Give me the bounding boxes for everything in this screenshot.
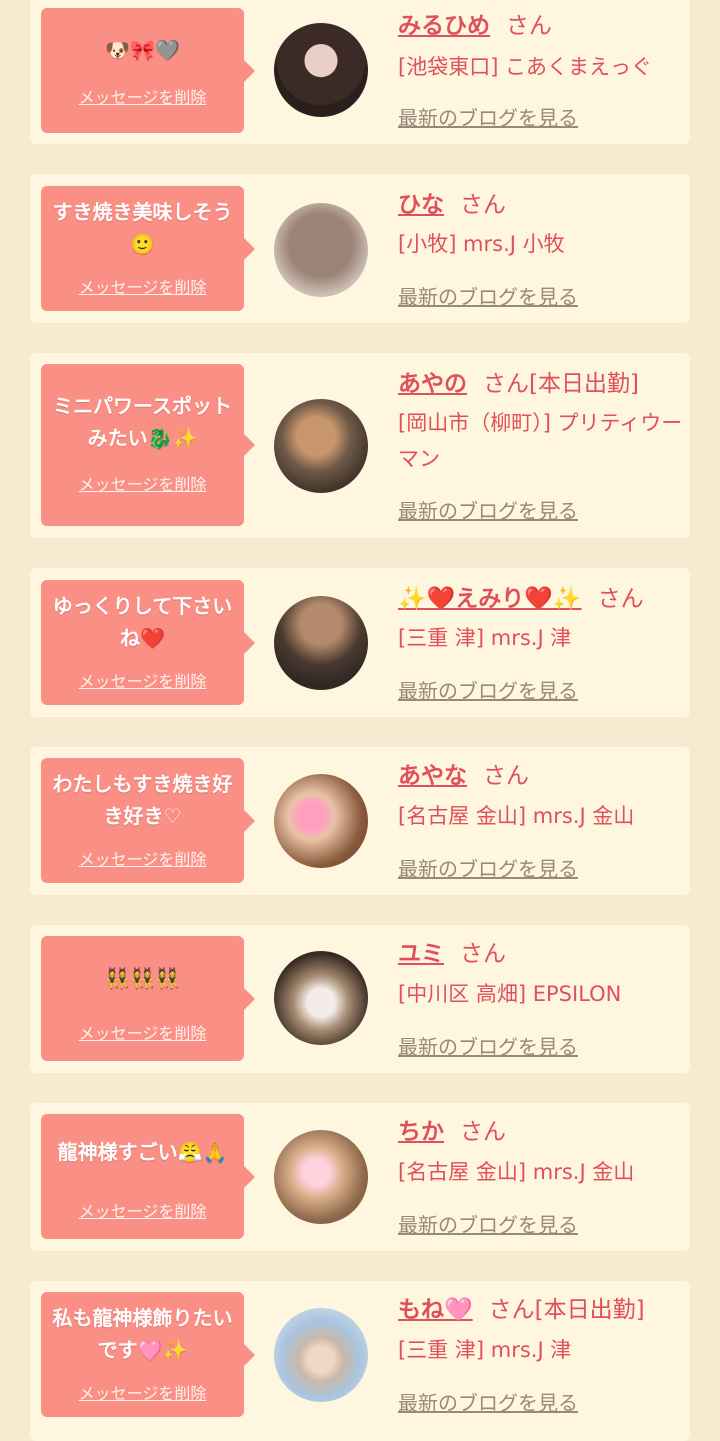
message-text: ゆっくりして下さいね❤️ — [52, 594, 233, 650]
avatar[interactable] — [274, 203, 368, 297]
girl-name-link[interactable]: あやな — [398, 763, 467, 789]
message-text: 私も龍神様飾りたいです🩷✨ — [52, 1306, 233, 1362]
message-text: すき焼き美味しそう🙂 — [52, 200, 233, 256]
avatar[interactable] — [274, 1308, 368, 1402]
message-bubble: ミニパワースポットみたい🐉✨ メッセージを削除 — [41, 364, 255, 526]
avatar[interactable] — [274, 399, 368, 493]
avatar[interactable] — [274, 1130, 368, 1224]
message-text: 龍神様すごい😤🙏 — [57, 1140, 228, 1164]
honorific: さん — [460, 941, 506, 967]
avatar[interactable] — [274, 23, 368, 117]
message-card: ミニパワースポットみたい🐉✨ メッセージを削除 あやの さん[本日出勤] [岡山市… — [30, 353, 690, 538]
delete-message-link[interactable]: メッセージを削除 — [41, 846, 244, 870]
latest-blog-link[interactable]: 最新のブログを見る — [398, 1387, 578, 1416]
honorific: さん — [460, 192, 506, 218]
latest-blog-link[interactable]: 最新のブログを見る — [398, 281, 578, 310]
girl-name-link[interactable]: もね🩷 — [398, 1297, 473, 1323]
message-bubble: 👯👯👯 メッセージを削除 — [41, 936, 255, 1061]
delete-message-link[interactable]: メッセージを削除 — [41, 274, 244, 298]
message-bubble: 龍神様すごい😤🙏 メッセージを削除 — [41, 1114, 255, 1239]
shop-info: [岡山市（柳町）] プリティウーマン — [398, 411, 683, 471]
message-card: ゆっくりして下さいね❤️ メッセージを削除 ✨❤️えみり❤️✨ さん [三重 津]… — [30, 568, 690, 717]
latest-blog-link[interactable]: 最新のブログを見る — [398, 853, 578, 882]
honorific: さん — [488, 1297, 535, 1323]
message-card: 🐶🎀🩶 メッセージを削除 みるひめ さん [池袋東口] こあくまえっぐ 最新のブロ… — [30, 0, 690, 144]
shop-info: [三重 津] mrs.J 津 — [398, 1338, 572, 1362]
delete-message-link[interactable]: メッセージを削除 — [41, 1020, 244, 1044]
avatar[interactable] — [274, 951, 368, 1045]
honorific: さん — [506, 13, 552, 39]
girl-name-link[interactable]: あやの — [398, 371, 467, 397]
delete-message-link[interactable]: メッセージを削除 — [41, 1198, 244, 1222]
message-card: わたしもすき焼き好き好き♡ メッセージを削除 あやな さん [名古屋 金山] mr… — [30, 747, 690, 895]
girl-name-link[interactable]: ✨❤️えみり❤️✨ — [398, 586, 582, 612]
honorific: さん — [460, 1119, 506, 1145]
latest-blog-link[interactable]: 最新のブログを見る — [398, 1031, 578, 1060]
status-text: [本日出勤] — [529, 371, 639, 397]
message-bubble: ゆっくりして下さいね❤️ メッセージを削除 — [41, 580, 255, 705]
message-text: ミニパワースポットみたい🐉✨ — [53, 394, 232, 450]
message-text: 👯👯👯 — [105, 966, 180, 990]
latest-blog-link[interactable]: 最新のブログを見る — [398, 1209, 578, 1238]
delete-message-link[interactable]: メッセージを削除 — [41, 471, 244, 495]
message-card: 私も龍神様飾りたいです🩷✨ メッセージを削除 もね🩷 さん[本日出勤] [三重 津… — [30, 1281, 690, 1441]
message-bubble: すき焼き美味しそう🙂 メッセージを削除 — [41, 186, 255, 311]
delete-message-link[interactable]: メッセージを削除 — [41, 84, 244, 108]
avatar[interactable] — [274, 596, 368, 690]
message-card: 龍神様すごい😤🙏 メッセージを削除 ちか さん [名古屋 金山] mrs.J 金山… — [30, 1103, 690, 1251]
delete-message-link[interactable]: メッセージを削除 — [41, 1380, 244, 1404]
girl-name-link[interactable]: みるひめ — [398, 13, 490, 39]
delete-message-link[interactable]: メッセージを削除 — [41, 668, 244, 692]
shop-info: [小牧] mrs.J 小牧 — [398, 232, 565, 256]
shop-info: [三重 津] mrs.J 津 — [398, 626, 572, 650]
latest-blog-link[interactable]: 最新のブログを見る — [398, 102, 578, 131]
avatar[interactable] — [274, 774, 368, 868]
status-text: [本日出勤] — [534, 1297, 645, 1323]
shop-info: [名古屋 金山] mrs.J 金山 — [398, 1160, 635, 1184]
girl-name-link[interactable]: ユミ — [398, 941, 444, 967]
shop-info: [中川区 高畑] EPSILON — [398, 982, 622, 1006]
message-bubble: わたしもすき焼き好き好き♡ メッセージを削除 — [41, 758, 255, 883]
message-text: わたしもすき焼き好き好き♡ — [52, 772, 233, 828]
message-card: すき焼き美味しそう🙂 メッセージを削除 ひな さん [小牧] mrs.J 小牧 最… — [30, 174, 690, 323]
girl-name-link[interactable]: ひな — [398, 192, 444, 218]
latest-blog-link[interactable]: 最新のブログを見る — [398, 495, 578, 524]
girl-name-link[interactable]: ちか — [398, 1119, 444, 1145]
honorific: さん — [597, 586, 644, 612]
shop-info: [池袋東口] こあくまえっぐ — [398, 55, 653, 79]
message-card: 👯👯👯 メッセージを削除 ユミ さん [中川区 高畑] EPSILON 最新のブロ… — [30, 925, 690, 1073]
message-bubble: 🐶🎀🩶 メッセージを削除 — [41, 8, 255, 133]
message-text: 🐶🎀🩶 — [105, 38, 180, 62]
message-bubble: 私も龍神様飾りたいです🩷✨ メッセージを削除 — [41, 1292, 255, 1417]
shop-info: [名古屋 金山] mrs.J 金山 — [398, 804, 635, 828]
latest-blog-link[interactable]: 最新のブログを見る — [398, 675, 578, 704]
honorific: さん — [483, 763, 529, 789]
honorific: さん — [483, 371, 529, 397]
